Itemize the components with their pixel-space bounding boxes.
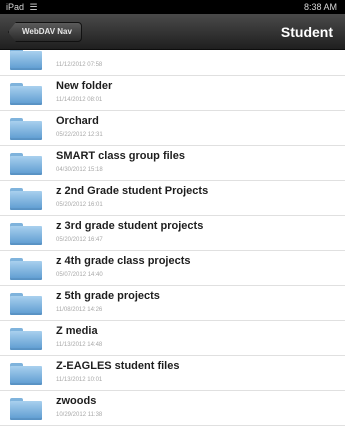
list-item[interactable]: zwoods 10/29/2012 11:38 <box>0 391 345 426</box>
folder-name: Orchard <box>56 115 99 127</box>
back-button[interactable]: WebDAV Nav <box>8 22 82 42</box>
list-item[interactable]: 11/12/2012 07:58 <box>0 50 345 76</box>
list-item[interactable]: Z-EAGLES student files 11/13/2012 10:01 <box>0 356 345 391</box>
folder-date: 10/29/2012 11:38 <box>56 412 103 418</box>
folder-name: z 2nd Grade student Projects <box>56 185 209 197</box>
navigation-bar: WebDAV Nav Student <box>0 14 345 50</box>
folder-date: 11/14/2012 08:01 <box>56 97 103 103</box>
folder-icon <box>10 153 42 175</box>
folder-list[interactable]: 11/12/2012 07:58 New folder 11/14/2012 0… <box>0 50 345 435</box>
list-item[interactable]: Orchard 05/22/2012 12:31 <box>0 111 345 146</box>
folder-date: 05/07/2012 14:40 <box>56 272 103 278</box>
folder-date: 05/22/2012 12:31 <box>56 132 103 138</box>
folder-icon <box>10 398 42 420</box>
folder-icon <box>10 118 42 140</box>
list-item[interactable]: z 4th grade class projects 05/07/2012 14… <box>0 251 345 286</box>
list-item[interactable]: z 2nd Grade student Projects 05/20/2012 … <box>0 181 345 216</box>
wifi-icon: ☰ <box>29 2 38 12</box>
list-item[interactable]: z 3rd grade student projects 05/20/2012 … <box>0 216 345 251</box>
folder-name: Z-EAGLES student files <box>56 360 180 372</box>
carrier: iPad ☰ <box>6 0 38 14</box>
folder-date: 11/13/2012 14:48 <box>56 342 103 348</box>
folder-icon <box>10 223 42 245</box>
folder-name: z 5th grade projects <box>56 290 160 302</box>
carrier-label: iPad <box>6 2 25 12</box>
folder-icon <box>10 293 42 315</box>
folder-name: Z media <box>56 325 98 337</box>
folder-date: 04/30/2012 15:18 <box>56 167 103 173</box>
folder-icon <box>10 83 42 105</box>
folder-icon <box>10 188 42 210</box>
folder-date: 11/12/2012 07:58 <box>56 62 103 68</box>
folder-date: 05/20/2012 16:47 <box>56 237 103 243</box>
folder-name: z 4th grade class projects <box>56 255 191 267</box>
folder-name: zwoods <box>56 395 97 407</box>
folder-icon <box>10 50 42 70</box>
folder-date: 11/13/2012 10:01 <box>56 377 103 383</box>
clock: 8:38 AM <box>303 2 337 12</box>
list-item[interactable]: Z media 11/13/2012 14:48 <box>0 321 345 356</box>
folder-icon <box>10 258 42 280</box>
list-item[interactable]: SMART class group files 04/30/2012 15:18 <box>0 146 345 181</box>
folder-name: New folder <box>56 80 113 92</box>
folder-date: 05/20/2012 16:01 <box>56 202 103 208</box>
folder-icon <box>10 328 42 350</box>
folder-name: z 3rd grade student projects <box>56 220 204 232</box>
folder-date: 11/08/2012 14:26 <box>56 307 103 313</box>
folder-name: SMART class group files <box>56 150 185 162</box>
list-item[interactable]: New folder 11/14/2012 08:01 <box>0 76 345 111</box>
list-item[interactable]: z 5th grade projects 11/08/2012 14:26 <box>0 286 345 321</box>
page-title: Student <box>280 24 333 40</box>
folder-icon <box>10 363 42 385</box>
status-bar: iPad ☰ 8:38 AM <box>0 0 345 14</box>
